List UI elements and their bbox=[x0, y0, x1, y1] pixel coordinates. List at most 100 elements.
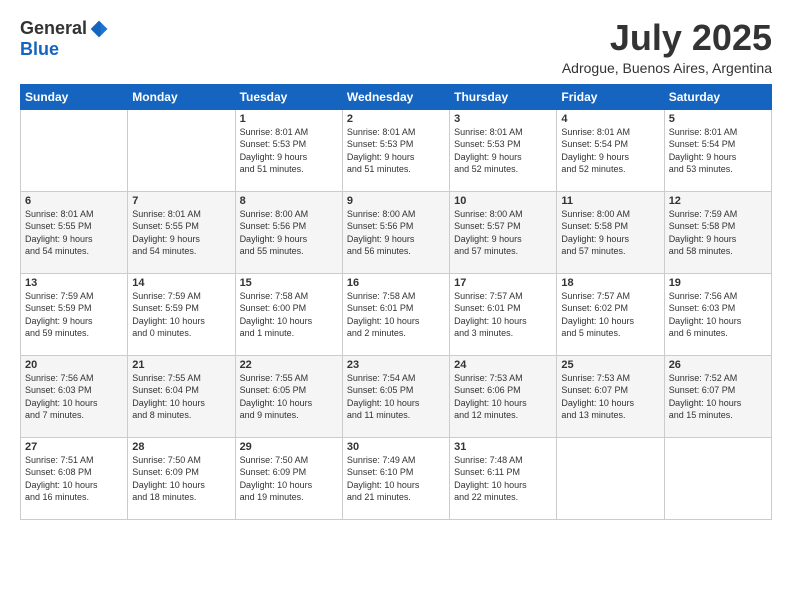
table-row: 10Sunrise: 8:00 AM Sunset: 5:57 PM Dayli… bbox=[450, 191, 557, 273]
day-info: Sunrise: 7:53 AM Sunset: 6:06 PM Dayligh… bbox=[454, 372, 552, 422]
day-info: Sunrise: 7:50 AM Sunset: 6:09 PM Dayligh… bbox=[240, 454, 338, 504]
day-info: Sunrise: 8:01 AM Sunset: 5:54 PM Dayligh… bbox=[669, 126, 767, 176]
logo-blue: Blue bbox=[20, 39, 59, 60]
day-number: 30 bbox=[347, 441, 445, 453]
day-info: Sunrise: 7:53 AM Sunset: 6:07 PM Dayligh… bbox=[561, 372, 659, 422]
day-info: Sunrise: 7:55 AM Sunset: 6:04 PM Dayligh… bbox=[132, 372, 230, 422]
day-number: 26 bbox=[669, 359, 767, 371]
day-number: 10 bbox=[454, 195, 552, 207]
day-info: Sunrise: 7:49 AM Sunset: 6:10 PM Dayligh… bbox=[347, 454, 445, 504]
calendar-table: Sunday Monday Tuesday Wednesday Thursday… bbox=[20, 84, 772, 520]
day-info: Sunrise: 8:01 AM Sunset: 5:53 PM Dayligh… bbox=[240, 126, 338, 176]
day-number: 16 bbox=[347, 277, 445, 289]
table-row: 12Sunrise: 7:59 AM Sunset: 5:58 PM Dayli… bbox=[664, 191, 771, 273]
day-info: Sunrise: 8:00 AM Sunset: 5:56 PM Dayligh… bbox=[240, 208, 338, 258]
title-block: July 2025 Adrogue, Buenos Aires, Argenti… bbox=[562, 18, 772, 76]
day-info: Sunrise: 8:01 AM Sunset: 5:55 PM Dayligh… bbox=[25, 208, 123, 258]
logo-general: General bbox=[20, 18, 87, 39]
table-row bbox=[664, 437, 771, 519]
day-info: Sunrise: 7:57 AM Sunset: 6:02 PM Dayligh… bbox=[561, 290, 659, 340]
day-info: Sunrise: 7:48 AM Sunset: 6:11 PM Dayligh… bbox=[454, 454, 552, 504]
day-info: Sunrise: 7:54 AM Sunset: 6:05 PM Dayligh… bbox=[347, 372, 445, 422]
col-friday: Friday bbox=[557, 84, 664, 109]
table-row: 31Sunrise: 7:48 AM Sunset: 6:11 PM Dayli… bbox=[450, 437, 557, 519]
col-sunday: Sunday bbox=[21, 84, 128, 109]
calendar-week-row: 6Sunrise: 8:01 AM Sunset: 5:55 PM Daylig… bbox=[21, 191, 772, 273]
day-number: 28 bbox=[132, 441, 230, 453]
day-info: Sunrise: 7:59 AM Sunset: 5:59 PM Dayligh… bbox=[132, 290, 230, 340]
day-info: Sunrise: 8:01 AM Sunset: 5:53 PM Dayligh… bbox=[347, 126, 445, 176]
table-row: 8Sunrise: 8:00 AM Sunset: 5:56 PM Daylig… bbox=[235, 191, 342, 273]
logo-icon bbox=[89, 19, 109, 39]
day-number: 7 bbox=[132, 195, 230, 207]
table-row bbox=[557, 437, 664, 519]
day-number: 25 bbox=[561, 359, 659, 371]
day-info: Sunrise: 7:56 AM Sunset: 6:03 PM Dayligh… bbox=[25, 372, 123, 422]
day-number: 6 bbox=[25, 195, 123, 207]
day-number: 4 bbox=[561, 113, 659, 125]
table-row: 26Sunrise: 7:52 AM Sunset: 6:07 PM Dayli… bbox=[664, 355, 771, 437]
day-info: Sunrise: 8:00 AM Sunset: 5:57 PM Dayligh… bbox=[454, 208, 552, 258]
calendar-header-row: Sunday Monday Tuesday Wednesday Thursday… bbox=[21, 84, 772, 109]
day-number: 2 bbox=[347, 113, 445, 125]
logo: General Blue bbox=[20, 18, 109, 60]
day-number: 9 bbox=[347, 195, 445, 207]
day-number: 12 bbox=[669, 195, 767, 207]
table-row: 30Sunrise: 7:49 AM Sunset: 6:10 PM Dayli… bbox=[342, 437, 449, 519]
page: General Blue July 2025 Adrogue, Buenos A… bbox=[0, 0, 792, 612]
table-row: 29Sunrise: 7:50 AM Sunset: 6:09 PM Dayli… bbox=[235, 437, 342, 519]
table-row: 4Sunrise: 8:01 AM Sunset: 5:54 PM Daylig… bbox=[557, 109, 664, 191]
day-info: Sunrise: 7:52 AM Sunset: 6:07 PM Dayligh… bbox=[669, 372, 767, 422]
day-number: 5 bbox=[669, 113, 767, 125]
table-row: 14Sunrise: 7:59 AM Sunset: 5:59 PM Dayli… bbox=[128, 273, 235, 355]
table-row: 24Sunrise: 7:53 AM Sunset: 6:06 PM Dayli… bbox=[450, 355, 557, 437]
table-row bbox=[21, 109, 128, 191]
day-number: 14 bbox=[132, 277, 230, 289]
table-row: 13Sunrise: 7:59 AM Sunset: 5:59 PM Dayli… bbox=[21, 273, 128, 355]
day-number: 11 bbox=[561, 195, 659, 207]
col-thursday: Thursday bbox=[450, 84, 557, 109]
col-monday: Monday bbox=[128, 84, 235, 109]
day-info: Sunrise: 8:01 AM Sunset: 5:54 PM Dayligh… bbox=[561, 126, 659, 176]
day-info: Sunrise: 7:55 AM Sunset: 6:05 PM Dayligh… bbox=[240, 372, 338, 422]
day-number: 17 bbox=[454, 277, 552, 289]
calendar-week-row: 13 Sunrise: 7:59 AM Sunset: 5:59 PM Dayli… bbox=[21, 273, 772, 355]
table-row: 21Sunrise: 7:55 AM Sunset: 6:04 PM Dayli… bbox=[128, 355, 235, 437]
day-number: 23 bbox=[347, 359, 445, 371]
day-info: Sunrise: 7:50 AM Sunset: 6:09 PM Dayligh… bbox=[132, 454, 230, 504]
day-number: 31 bbox=[454, 441, 552, 453]
day-number: 27 bbox=[25, 441, 123, 453]
table-row: 23Sunrise: 7:54 AM Sunset: 6:05 PM Dayli… bbox=[342, 355, 449, 437]
table-row: 16Sunrise: 7:58 AM Sunset: 6:01 PM Dayli… bbox=[342, 273, 449, 355]
day-info: Sunrise: 7:51 AM Sunset: 6:08 PM Dayligh… bbox=[25, 454, 123, 504]
day-info: Sunrise: 8:01 AM Sunset: 5:55 PM Dayligh… bbox=[132, 208, 230, 258]
day-info: Sunrise: 7:59 AM Sunset: 5:58 PM Dayligh… bbox=[669, 208, 767, 258]
table-row: 11Sunrise: 8:00 AM Sunset: 5:58 PM Dayli… bbox=[557, 191, 664, 273]
day-info: Sunrise: 7:56 AM Sunset: 6:03 PM Dayligh… bbox=[669, 290, 767, 340]
table-row: 22Sunrise: 7:55 AM Sunset: 6:05 PM Dayli… bbox=[235, 355, 342, 437]
day-number: 13 bbox=[25, 277, 123, 289]
col-saturday: Saturday bbox=[664, 84, 771, 109]
day-info: Sunrise: 8:01 AM Sunset: 5:53 PM Dayligh… bbox=[454, 126, 552, 176]
day-number: 15 bbox=[240, 277, 338, 289]
col-wednesday: Wednesday bbox=[342, 84, 449, 109]
day-info: Sunrise: 7:58 AM Sunset: 6:01 PM Dayligh… bbox=[347, 290, 445, 340]
table-row: 28Sunrise: 7:50 AM Sunset: 6:09 PM Dayli… bbox=[128, 437, 235, 519]
header: General Blue July 2025 Adrogue, Buenos A… bbox=[20, 18, 772, 76]
day-number: 3 bbox=[454, 113, 552, 125]
day-number: 20 bbox=[25, 359, 123, 371]
calendar-week-row: 27Sunrise: 7:51 AM Sunset: 6:08 PM Dayli… bbox=[21, 437, 772, 519]
day-info: Sunrise: 8:00 AM Sunset: 5:58 PM Dayligh… bbox=[561, 208, 659, 258]
calendar-week-row: 1Sunrise: 8:01 AM Sunset: 5:53 PM Daylig… bbox=[21, 109, 772, 191]
table-row: 19Sunrise: 7:56 AM Sunset: 6:03 PM Dayli… bbox=[664, 273, 771, 355]
table-row: 17Sunrise: 7:57 AM Sunset: 6:01 PM Dayli… bbox=[450, 273, 557, 355]
table-row: 5Sunrise: 8:01 AM Sunset: 5:54 PM Daylig… bbox=[664, 109, 771, 191]
day-number: 19 bbox=[669, 277, 767, 289]
table-row: 6Sunrise: 8:01 AM Sunset: 5:55 PM Daylig… bbox=[21, 191, 128, 273]
table-row: 1Sunrise: 8:01 AM Sunset: 5:53 PM Daylig… bbox=[235, 109, 342, 191]
table-row: 15Sunrise: 7:58 AM Sunset: 6:00 PM Dayli… bbox=[235, 273, 342, 355]
table-row: 18Sunrise: 7:57 AM Sunset: 6:02 PM Dayli… bbox=[557, 273, 664, 355]
day-info: Sunrise: 7:58 AM Sunset: 6:00 PM Dayligh… bbox=[240, 290, 338, 340]
location: Adrogue, Buenos Aires, Argentina bbox=[562, 60, 772, 76]
table-row: 7Sunrise: 8:01 AM Sunset: 5:55 PM Daylig… bbox=[128, 191, 235, 273]
